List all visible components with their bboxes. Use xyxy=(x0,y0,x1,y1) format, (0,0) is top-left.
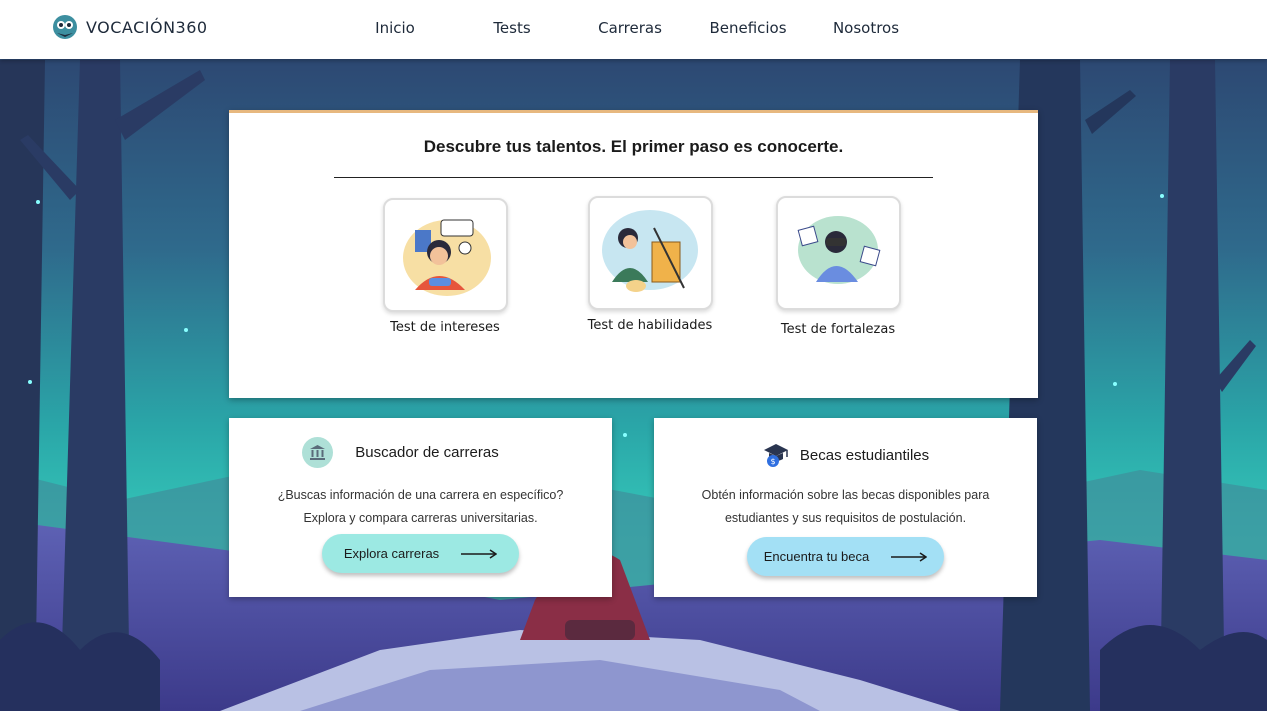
find-scholarship-label: Encuentra tu beca xyxy=(763,549,870,564)
tests-panel: Descubre tus talentos. El primer paso es… xyxy=(229,110,1038,398)
brand-name: VOCACIÓN360 xyxy=(86,17,208,37)
test-habilidades-card[interactable]: Test de habilidades xyxy=(570,196,730,333)
explore-careers-button[interactable]: Explora carreras xyxy=(322,534,519,573)
explore-careers-label: Explora carreras xyxy=(343,546,440,561)
university-icon xyxy=(302,437,334,468)
skills-illustration-icon xyxy=(587,196,713,310)
nav-beneficios[interactable]: Beneficios xyxy=(693,19,803,37)
find-scholarship-button[interactable]: Encuentra tu beca xyxy=(747,537,944,576)
test-intereses-label: Test de intereses xyxy=(390,320,500,335)
arrow-right-icon xyxy=(891,551,928,562)
careers-description: ¿Buscas información de una carrera en es… xyxy=(229,484,612,530)
nav-nosotros[interactable]: Nosotros xyxy=(811,19,921,37)
test-fortalezas-card[interactable]: Test de fortalezas xyxy=(758,196,918,337)
nav-tests[interactable]: Tests xyxy=(457,19,567,37)
scholarships-title: Becas estudiantiles xyxy=(799,446,930,464)
careers-title: Buscador de carreras xyxy=(355,444,499,461)
nav-inicio[interactable]: Inicio xyxy=(340,19,450,37)
brand-logo[interactable]: VOCACIÓN360 xyxy=(52,13,208,41)
test-habilidades-label: Test de habilidades xyxy=(587,318,713,333)
strengths-illustration-icon xyxy=(775,196,901,310)
nav-carreras[interactable]: Carreras xyxy=(575,19,685,37)
test-fortalezas-label: Test de fortalezas xyxy=(780,322,896,337)
careers-desc-line2: Explora y compara carreras universitaria… xyxy=(303,511,538,525)
svg-text:$: $ xyxy=(770,457,775,466)
careers-desc-line1: ¿Buscas información de una carrera en es… xyxy=(277,488,564,502)
interests-illustration-icon xyxy=(382,198,508,312)
title-divider xyxy=(334,177,933,178)
careers-card: Buscador de carreras ¿Buscas información… xyxy=(229,418,612,597)
top-navbar: VOCACIÓN360 Inicio Tests Carreras Benefi… xyxy=(0,0,1267,59)
graduation-cap-icon: $ xyxy=(763,444,788,467)
scholarships-description: Obtén información sobre las becas dispon… xyxy=(654,484,1037,530)
test-intereses-card[interactable]: Test de intereses xyxy=(365,198,525,335)
owl-logo-icon xyxy=(53,15,77,39)
scholarships-desc-line1: Obtén información sobre las becas dispon… xyxy=(701,488,990,502)
tests-panel-title: Descubre tus talentos. El primer paso es… xyxy=(423,137,844,156)
arrow-right-icon xyxy=(461,548,498,559)
scholarships-desc-line2: estudiantes y sus requisitos de postulac… xyxy=(724,511,967,525)
scholarships-card: $ Becas estudiantiles Obtén información … xyxy=(654,418,1037,597)
